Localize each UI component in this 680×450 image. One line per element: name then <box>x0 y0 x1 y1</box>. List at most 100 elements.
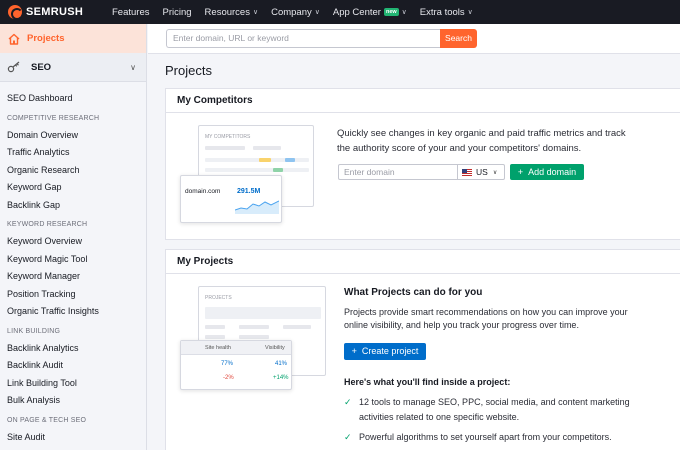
sidebar-item[interactable]: Bulk Analysis <box>0 392 146 410</box>
sidebar-item[interactable]: Organic Research <box>0 162 146 180</box>
nav-resources[interactable]: Resources ∨ <box>205 7 259 18</box>
nav-extra-tools[interactable]: Extra tools ∨ <box>420 7 473 18</box>
new-badge: new <box>383 8 399 16</box>
check-icon: ✓ <box>344 397 352 407</box>
illustration-line <box>283 325 311 329</box>
home-icon <box>8 33 20 45</box>
illustration-line <box>205 325 225 329</box>
nav-app-center[interactable]: App Center new ∨ <box>333 7 407 18</box>
sidebar-item[interactable]: Site Audit <box>0 429 146 447</box>
feature-text: Powerful algorithms to set yourself apar… <box>359 432 612 442</box>
sidebar-item[interactable]: Domain Overview <box>0 127 146 145</box>
chevron-down-icon: ∨ <box>467 9 473 16</box>
top-navbar: SEMRUSH Features Pricing Resources ∨ Comp… <box>0 0 680 24</box>
illustration-line <box>205 146 245 150</box>
competitors-description: Quickly see changes in key organic and p… <box>337 128 626 154</box>
illustration-domain: domain.com <box>185 188 221 195</box>
nav-label: Pricing <box>162 6 192 18</box>
create-project-button[interactable]: + Create project <box>344 343 426 360</box>
sidebar-item[interactable]: Keyword Manager <box>0 268 146 286</box>
semrush-logo-icon <box>8 5 23 20</box>
card-title: My Competitors <box>166 89 680 113</box>
button-label: Create project <box>361 346 419 356</box>
nav-company[interactable]: Company ∨ <box>271 7 320 18</box>
my-competitors-card: My Competitors MY COMPETITORS domain.com… <box>165 88 680 240</box>
sidebar-item-seo-dashboard[interactable]: SEO Dashboard <box>0 90 146 108</box>
sidebar-item[interactable]: Keyword Magic Tool <box>0 251 146 269</box>
illustration-line <box>239 325 269 329</box>
sidebar-heading: KEYWORD RESEARCH <box>7 221 88 228</box>
illustration-line <box>285 158 295 162</box>
sparkline-icon <box>235 200 279 214</box>
semrush-logo[interactable]: SEMRUSH <box>8 5 112 20</box>
nav-label: Features <box>112 6 150 18</box>
sidebar-item[interactable]: Backlink Audit <box>0 357 146 375</box>
sidebar-item[interactable]: Keyword Overview <box>0 233 146 251</box>
projects-description: Projects provide smart recommendations o… <box>344 307 628 330</box>
card-title: My Projects <box>166 250 680 274</box>
illustration-line <box>205 307 321 319</box>
sidebar-item[interactable]: Keyword Gap <box>0 179 146 197</box>
sidebar-item-projects[interactable]: Projects <box>0 24 146 53</box>
logo-text: SEMRUSH <box>26 6 84 18</box>
feature-item: ✓ 12 tools to manage SEO, PPC, social me… <box>344 395 644 425</box>
us-flag-icon <box>462 168 472 176</box>
domain-input[interactable]: Enter domain <box>338 164 458 180</box>
sidebar-item-label: Projects <box>27 33 65 44</box>
illustration-heading: MY COMPETITORS <box>205 134 251 140</box>
illustration-line <box>205 335 225 339</box>
illustration-value: 291.5M <box>237 188 261 195</box>
illustration-col: Visibility <box>265 345 285 351</box>
illustration-table: Site health Visibility 77% 41% -2% +14% <box>180 340 292 390</box>
sidebar-item[interactable]: Backlink Analytics <box>0 340 146 358</box>
illustration-cell: -2% <box>223 375 234 381</box>
illustration-line <box>259 158 271 162</box>
add-domain-button[interactable]: + Add domain <box>510 164 584 180</box>
nav-label: Company <box>271 6 312 18</box>
plus-icon: + <box>351 346 357 356</box>
chevron-down-icon: ∨ <box>252 9 259 16</box>
illustration-line <box>239 335 269 339</box>
sidebar-item[interactable]: Backlink Gap <box>0 197 146 215</box>
sidebar-item[interactable]: Traffic Analytics <box>0 144 146 162</box>
sidebar-item[interactable]: Organic Traffic Insights <box>0 303 146 321</box>
seo-key-icon <box>7 61 20 73</box>
search-input[interactable]: Enter domain, URL or keyword <box>166 29 440 48</box>
chevron-down-icon: ∨ <box>314 9 320 16</box>
competitors-illustration: MY COMPETITORS domain.com 291.5M <box>180 125 320 237</box>
illustration-line <box>273 168 283 172</box>
inside-project-title: Here's what you'll find inside a project… <box>344 377 511 387</box>
page-title: Projects <box>165 63 212 78</box>
main-content: Enter domain, URL or keyword Search Proj… <box>148 24 680 450</box>
search-button[interactable]: Search <box>440 29 477 48</box>
illustration-popup: domain.com 291.5M <box>180 175 282 223</box>
projects-illustration: PROJECTS Site health Visibility 77% 41% … <box>180 286 326 436</box>
sidebar-heading: LINK BUILDING <box>7 327 61 335</box>
nav-features[interactable]: Features <box>112 7 150 18</box>
illustration-line <box>205 168 309 172</box>
sidebar-section-seo[interactable]: SEO ∨ <box>0 53 146 82</box>
sidebar-menu: SEO Dashboard COMPETITIVE RESEARCH Domai… <box>0 82 146 446</box>
feature-text: 12 tools to manage SEO, PPC, social medi… <box>359 397 630 422</box>
sidebar-item[interactable]: Link Building Tool <box>0 375 146 393</box>
nav-label: Resources <box>204 6 250 18</box>
country-label: US <box>476 167 488 177</box>
sidebar-heading: COMPETITIVE RESEARCH <box>7 114 100 122</box>
chevron-down-icon: ∨ <box>401 9 407 16</box>
chevron-down-icon: ∨ <box>492 169 498 176</box>
feature-item: ✓ Powerful algorithms to set yourself ap… <box>344 430 644 445</box>
sidebar: Projects SEO ∨ SEO Dashboard COMPETITIVE… <box>0 24 147 450</box>
illustration-cell: 41% <box>275 361 288 367</box>
sidebar-item[interactable]: Position Tracking <box>0 286 146 304</box>
illustration-line <box>253 146 281 150</box>
check-icon: ✓ <box>344 432 352 442</box>
sidebar-heading: ON PAGE & TECH SEO <box>7 416 87 424</box>
illustration-heading: PROJECTS <box>205 295 232 301</box>
my-projects-card: My Projects PROJECTS Site health Visibil… <box>165 249 680 450</box>
nav-pricing[interactable]: Pricing <box>163 7 192 18</box>
plus-icon: + <box>517 167 524 177</box>
projects-subtitle: What Projects can do for you <box>344 287 483 298</box>
illustration-cell: +14% <box>273 375 289 381</box>
chevron-down-icon[interactable]: ∨ <box>130 63 136 72</box>
country-select[interactable]: US ∨ <box>457 164 505 180</box>
